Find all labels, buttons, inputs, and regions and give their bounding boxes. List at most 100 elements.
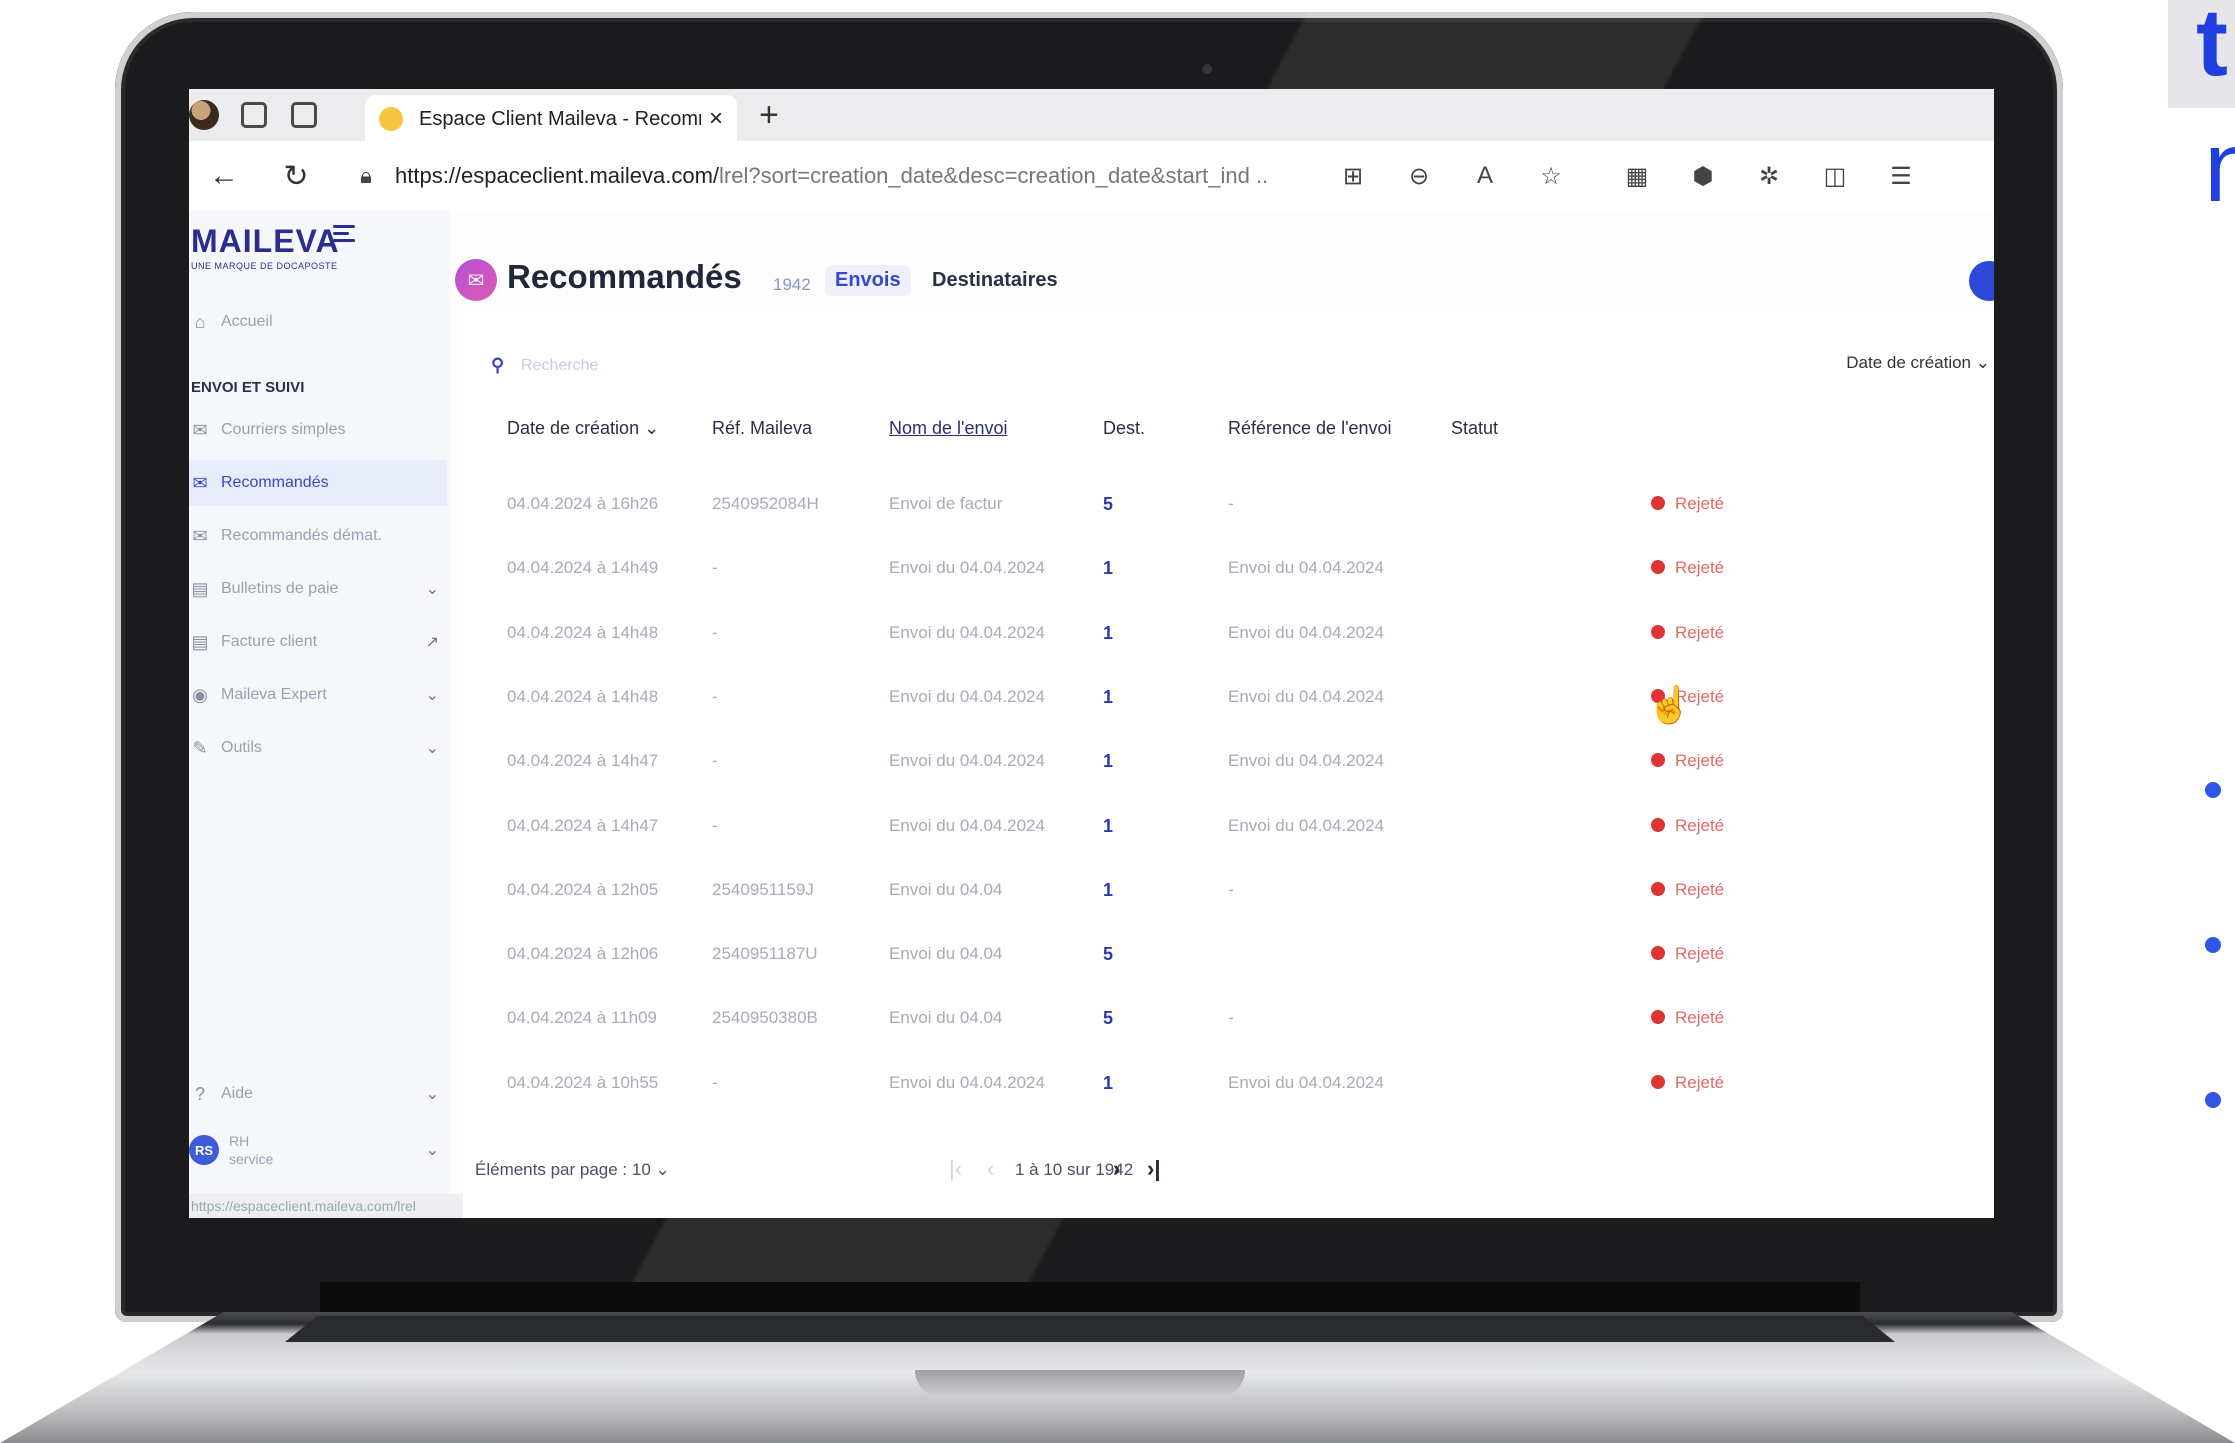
favorite-star-icon[interactable]: ☆ <box>1518 162 1584 191</box>
url-field[interactable]: https://espaceclient.maileva.com/lrel?so… <box>395 163 1320 189</box>
search-input[interactable] <box>519 349 823 383</box>
sidebar-item-accueil[interactable]: ⌂ Accueil <box>189 299 447 345</box>
table-row[interactable]: 04.04.2024 à 14h48 - Envoi du 04.04.2024 1 E… <box>463 665 1994 729</box>
column-statut[interactable]: Statut <box>1451 418 1498 439</box>
cell-dest: 1 <box>1103 815 1114 836</box>
sidebar-item-facture-client[interactable]: ▤ Facture client ↗ <box>189 619 447 665</box>
sidebar-item-recommandes[interactable]: ✉ Recommandés <box>189 460 447 506</box>
sidebar-item-maileva-expert[interactable]: ◉ Maileva Expert ⌄ <box>189 672 447 718</box>
previous-page-button[interactable]: ‹ <box>987 1156 994 1182</box>
first-page-button[interactable]: |‹ <box>949 1156 962 1182</box>
cell-reference-envoi: - <box>1228 879 1234 899</box>
slide-bullet <box>2205 782 2221 798</box>
back-icon[interactable]: ← <box>199 159 249 193</box>
app-grid-icon[interactable]: ⊞ <box>1320 162 1386 191</box>
puzzle-icon[interactable]: ✲ <box>1736 162 1802 191</box>
status-badge: Rejeté <box>1651 472 1724 536</box>
cell-dest: 5 <box>1103 1008 1114 1029</box>
table-row[interactable]: 04.04.2024 à 14h47 - Envoi du 04.04.2024 1 E… <box>463 794 1994 858</box>
cell-nom-envoi: Envoi du 04.04.2024 <box>889 622 1045 642</box>
status-label: Rejeté <box>1675 1072 1725 1092</box>
sidebar-section-envoi: ENVOI ET SUIVI <box>191 379 305 396</box>
cell-reference-envoi: Envoi du 04.04.2024 <box>1228 686 1384 706</box>
table-row[interactable]: 04.04.2024 à 16h26 2540952084H Envoi de fa… <box>463 472 1994 536</box>
cell-ref-maileva: - <box>712 1072 718 1092</box>
tab-actions-icon[interactable] <box>291 102 317 128</box>
tab-close-icon[interactable]: × <box>709 105 723 133</box>
cell-reference-envoi: Envoi du 04.04.2024 <box>1228 815 1384 835</box>
status-badge: Rejeté <box>1651 536 1724 600</box>
chevron-down-icon: ⌄ <box>425 1086 439 1103</box>
logo-mark <box>333 225 355 246</box>
column-nom-envoi[interactable]: Nom de l'envoi <box>889 418 1008 439</box>
sidebar-item-recommandes-demat[interactable]: ✉ Recommandés démat. <box>189 513 447 559</box>
mouse-pointer-hand-icon: ☝ <box>1647 684 1692 725</box>
browser-tab-active[interactable]: Espace Client Maileva - Recomm × <box>365 95 737 143</box>
lock-icon[interactable]: 🔒︎ <box>351 163 381 189</box>
cell-nom-envoi: Envoi du 04.04.2024 <box>889 1072 1045 1092</box>
cell-reference-envoi: - <box>1228 494 1234 513</box>
qr-code-icon[interactable]: ▦ <box>1604 162 1670 191</box>
cell-ref-maileva: - <box>712 751 718 771</box>
collections-icon[interactable] <box>241 102 267 128</box>
table-row[interactable]: 04.04.2024 à 14h47 - Envoi du 04.04.2024 1 E… <box>463 729 1994 793</box>
status-dot-icon <box>1651 560 1665 575</box>
sidebar-item-outils[interactable]: ✎ Outils ⌄ <box>189 725 447 771</box>
cell-dest: 5 <box>1103 944 1114 965</box>
extension-icon[interactable]: ⬢ <box>1670 162 1736 191</box>
column-dest[interactable]: Dest. <box>1103 418 1145 439</box>
table-row[interactable]: 04.04.2024 à 12h05 2540951159J Envoi du 04… <box>463 858 1994 922</box>
cell-nom-envoi: Envoi du 04.04.2024 <box>889 751 1045 771</box>
cell-dest: 1 <box>1103 686 1114 707</box>
cell-date: 04.04.2024 à 10h55 <box>507 1072 659 1092</box>
search-icon: ⚲ <box>491 355 505 375</box>
status-dot-icon <box>1651 1010 1665 1025</box>
status-dot-icon <box>1651 817 1665 832</box>
column-reference-envoi[interactable]: Référence de l'envoi <box>1228 418 1392 439</box>
refresh-icon[interactable]: ↻ <box>271 159 321 194</box>
cell-ref-maileva: 2540951187U <box>712 944 818 964</box>
help-bubble-button[interactable] <box>1969 261 1994 301</box>
slide-subtitle-fragment: n <box>2204 111 2235 223</box>
sort-dropdown[interactable]: Date de création ⌄ <box>1846 353 1990 373</box>
envois-table-panel: ⚲ Date de création ⌄ Date de création ⌄ … <box>463 311 1994 1218</box>
column-ref-maileva[interactable]: Réf. Maileva <box>712 418 812 439</box>
cell-reference-envoi: Envoi du 04.04.2024 <box>1228 622 1384 642</box>
sidebar-user-menu[interactable]: RS RH service ⌄ <box>189 1123 447 1177</box>
table-row[interactable]: 04.04.2024 à 10h55 - Envoi du 04.04.2024 1 E… <box>463 1051 1994 1115</box>
status-badge: Rejeté <box>1651 794 1724 858</box>
new-tab-button[interactable]: + <box>759 98 779 132</box>
slide-title-fragment: t <box>2196 0 2228 96</box>
table-row[interactable]: 04.04.2024 à 14h49 - Envoi du 04.04.2024 1 E… <box>463 536 1994 600</box>
cell-nom-envoi: Envoi du 04.04 <box>889 879 1003 899</box>
cell-date: 04.04.2024 à 14h48 <box>507 622 659 642</box>
table-row[interactable]: 04.04.2024 à 12h06 2540951187U Envoi du 04… <box>463 922 1994 986</box>
table-row[interactable]: 04.04.2024 à 11h09 2540950380B Envoi du 04… <box>463 986 1994 1050</box>
favorites-list-icon[interactable]: ☰ <box>1868 162 1934 191</box>
chevron-down-icon: ⌄ <box>1975 353 1990 372</box>
status-badge: Rejeté <box>1651 922 1724 986</box>
zoom-out-icon[interactable]: ⊖ <box>1386 162 1452 191</box>
table-row[interactable]: 04.04.2024 à 14h48 - Envoi du 04.04.2024 1 E… <box>463 601 1994 665</box>
next-page-button[interactable]: › <box>1113 1156 1120 1182</box>
read-aloud-icon[interactable]: A <box>1452 162 1518 190</box>
status-badge: Rejeté <box>1651 1051 1724 1115</box>
maileva-app: MAILEVA UNE MARQUE DE DOCAPOSTE ⌂ Accuei… <box>189 211 1994 1218</box>
tab-envois[interactable]: Envois <box>825 265 911 296</box>
envelope-icon: ✉ <box>192 419 208 440</box>
items-per-page-select[interactable]: Éléments par page : 10 ⌄ <box>475 1160 670 1180</box>
cell-ref-maileva: - <box>712 558 718 578</box>
status-label: Rejeté <box>1675 1008 1725 1028</box>
laptop-notch <box>915 1370 1245 1398</box>
profile-avatar[interactable] <box>189 100 219 130</box>
sidebar-item-aide[interactable]: ? Aide ⌄ <box>189 1071 447 1117</box>
last-page-button[interactable]: ›| <box>1147 1156 1160 1182</box>
sidebar-item-courriers-simples[interactable]: ✉ Courriers simples <box>189 407 447 453</box>
column-date-creation[interactable]: Date de création ⌄ <box>507 418 659 439</box>
page-title: Recommandés <box>507 258 742 295</box>
maileva-logo[interactable]: MAILEVA <box>191 223 340 260</box>
sidebar-item-bulletins-de-paie[interactable]: ▤ Bulletins de paie ⌄ <box>189 566 447 612</box>
cell-ref-maileva: - <box>712 686 718 706</box>
split-screen-icon[interactable]: ◫ <box>1802 162 1868 191</box>
tab-destinataires[interactable]: Destinataires <box>932 269 1058 292</box>
